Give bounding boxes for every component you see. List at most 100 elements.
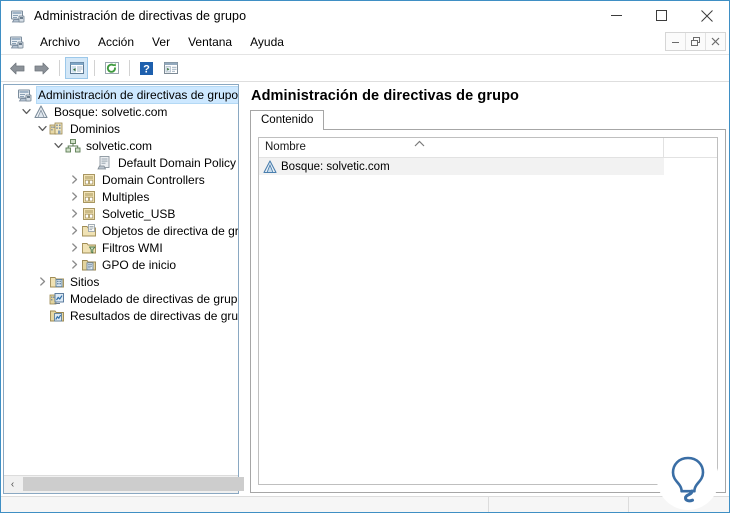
properties-button[interactable] (159, 57, 182, 79)
content-area: Administración de directivas de grupo Bo… (1, 82, 729, 510)
tree-item-label: Sitios (70, 274, 100, 289)
tree-item-label: solvetic.com (86, 138, 153, 153)
tree-item-label: Modelado de directivas de grupo (70, 291, 238, 306)
toolbar-separator (94, 60, 95, 76)
column-header-nombre[interactable]: Nombre (259, 138, 664, 157)
chevron-right-icon[interactable] (68, 222, 81, 239)
console-tree-pane: Administración de directivas de grupo Bo… (3, 84, 411, 494)
scroll-track[interactable] (21, 476, 411, 493)
mdi-close-button[interactable] (706, 33, 725, 50)
maximize-button[interactable] (639, 1, 684, 30)
tree-item-label: Default Domain Policy (118, 155, 237, 170)
list-item-label: Bosque: solvetic.com (281, 160, 390, 173)
gpo-link-icon (97, 155, 113, 171)
tree-item-label: Multiples (102, 189, 150, 204)
mmc-console-icon (9, 34, 25, 50)
chevron-right-icon[interactable] (68, 171, 81, 188)
mdi-window-controls (665, 32, 726, 51)
chevron-right-icon[interactable] (68, 205, 81, 222)
minimize-button[interactable] (594, 1, 639, 30)
tree-item[interactable]: Default Domain Policy (4, 154, 238, 171)
tree-item-label: Filtros WMI (102, 240, 163, 255)
show-tree-button[interactable] (65, 57, 88, 79)
modeling-icon (49, 291, 65, 307)
tree-item-label: Dominios (70, 121, 121, 136)
help-button[interactable]: ? (135, 57, 158, 79)
forest-icon (33, 104, 49, 120)
group-policy-management-window: Administración de directivas de grupo Ar… (0, 0, 730, 513)
tree-item[interactable]: Objetos de directiva de gru (4, 222, 238, 239)
tree-item[interactable]: Solvetic_USB (4, 205, 238, 222)
chevron-down-icon[interactable] (36, 120, 49, 137)
chevron-right-icon[interactable] (68, 188, 81, 205)
tree-item-label: Domain Controllers (102, 172, 205, 187)
content-listview[interactable]: Nombre Bosque: solvetic.com (258, 137, 718, 485)
tree-item[interactable]: Dominios (4, 120, 238, 137)
mdi-restore-button[interactable] (686, 33, 706, 50)
ou-icon (81, 172, 97, 188)
chevron-right-icon[interactable] (36, 273, 49, 290)
domain-icon (65, 138, 81, 154)
back-button[interactable] (6, 57, 29, 79)
tree-item-label: Solvetic_USB (102, 206, 176, 221)
tree-item-label: Resultados de directivas de grupo (70, 308, 238, 323)
tree-item[interactable]: GPO de inicio (4, 256, 238, 273)
tree-item[interactable]: Filtros WMI (4, 239, 238, 256)
tree-horizontal-scrollbar[interactable]: ‹ › (4, 475, 411, 493)
chevron-right-icon[interactable] (68, 239, 81, 256)
toolbar: ? (1, 55, 729, 82)
wmi-filter-icon (81, 240, 97, 256)
toolbar-separator (129, 60, 130, 76)
tree-item[interactable]: solvetic.com (4, 137, 238, 154)
tree-item-label: Administración de directivas de grupo (35, 85, 238, 104)
results-icon (49, 308, 65, 324)
tree-item[interactable]: Sitios (4, 273, 238, 290)
menu-ayuda[interactable]: Ayuda (241, 32, 293, 52)
menu-ver[interactable]: Ver (143, 32, 179, 52)
window-title: Administración de directivas de grupo (34, 8, 247, 23)
statusbar-cell-3 (629, 497, 729, 512)
chevron-down-icon[interactable] (52, 137, 65, 154)
tree-item[interactable]: Multiples (4, 188, 238, 205)
ou-icon (81, 206, 97, 222)
tree-item[interactable]: Domain Controllers (4, 171, 238, 188)
mmc-console-icon (17, 87, 33, 103)
details-pane: Administración de directivas de grupo Co… (244, 84, 727, 510)
tab-panel-contenido: Nombre Bosque: solvetic.com (250, 129, 726, 510)
scroll-left-button[interactable]: ‹ (4, 476, 21, 493)
mmc-console-icon (10, 8, 26, 24)
tree-item[interactable]: Modelado de directivas de grupo (4, 290, 238, 307)
ou-icon (81, 189, 97, 205)
close-button[interactable] (684, 1, 729, 30)
tree-item[interactable]: Bosque: solvetic.com (4, 103, 238, 120)
gpo-folder-icon (81, 223, 97, 239)
menu-ventana[interactable]: Ventana (179, 32, 241, 52)
forest-icon (262, 159, 278, 175)
chevron-right-icon[interactable] (68, 256, 81, 273)
column-header-label: Nombre (265, 141, 306, 153)
tree-item-label: Bosque: solvetic.com (54, 104, 168, 119)
refresh-button[interactable] (100, 57, 123, 79)
sort-ascending-icon (414, 138, 425, 154)
svg-text:?: ? (143, 63, 150, 75)
statusbar-message (1, 497, 489, 512)
menubar: Archivo Acción Ver Ventana Ayuda (1, 30, 729, 55)
menu-accion[interactable]: Acción (89, 32, 143, 52)
tabstrip: Contenido (244, 110, 727, 130)
domains-icon (49, 121, 65, 137)
tree-item-label: GPO de inicio (102, 257, 177, 272)
starter-gpo-icon (81, 257, 97, 273)
menu-archivo[interactable]: Archivo (31, 32, 89, 52)
sites-icon (49, 274, 65, 290)
mdi-minimize-button[interactable] (666, 33, 686, 50)
chevron-down-icon[interactable] (20, 103, 33, 120)
tree-item[interactable]: Administración de directivas de grupo (4, 85, 238, 104)
list-item[interactable]: Bosque: solvetic.com (259, 158, 664, 175)
forward-button[interactable] (30, 57, 53, 79)
tree-item[interactable]: Resultados de directivas de grupo (4, 307, 238, 324)
console-tree[interactable]: Administración de directivas de grupo Bo… (4, 85, 238, 475)
tab-contenido[interactable]: Contenido (250, 110, 325, 130)
